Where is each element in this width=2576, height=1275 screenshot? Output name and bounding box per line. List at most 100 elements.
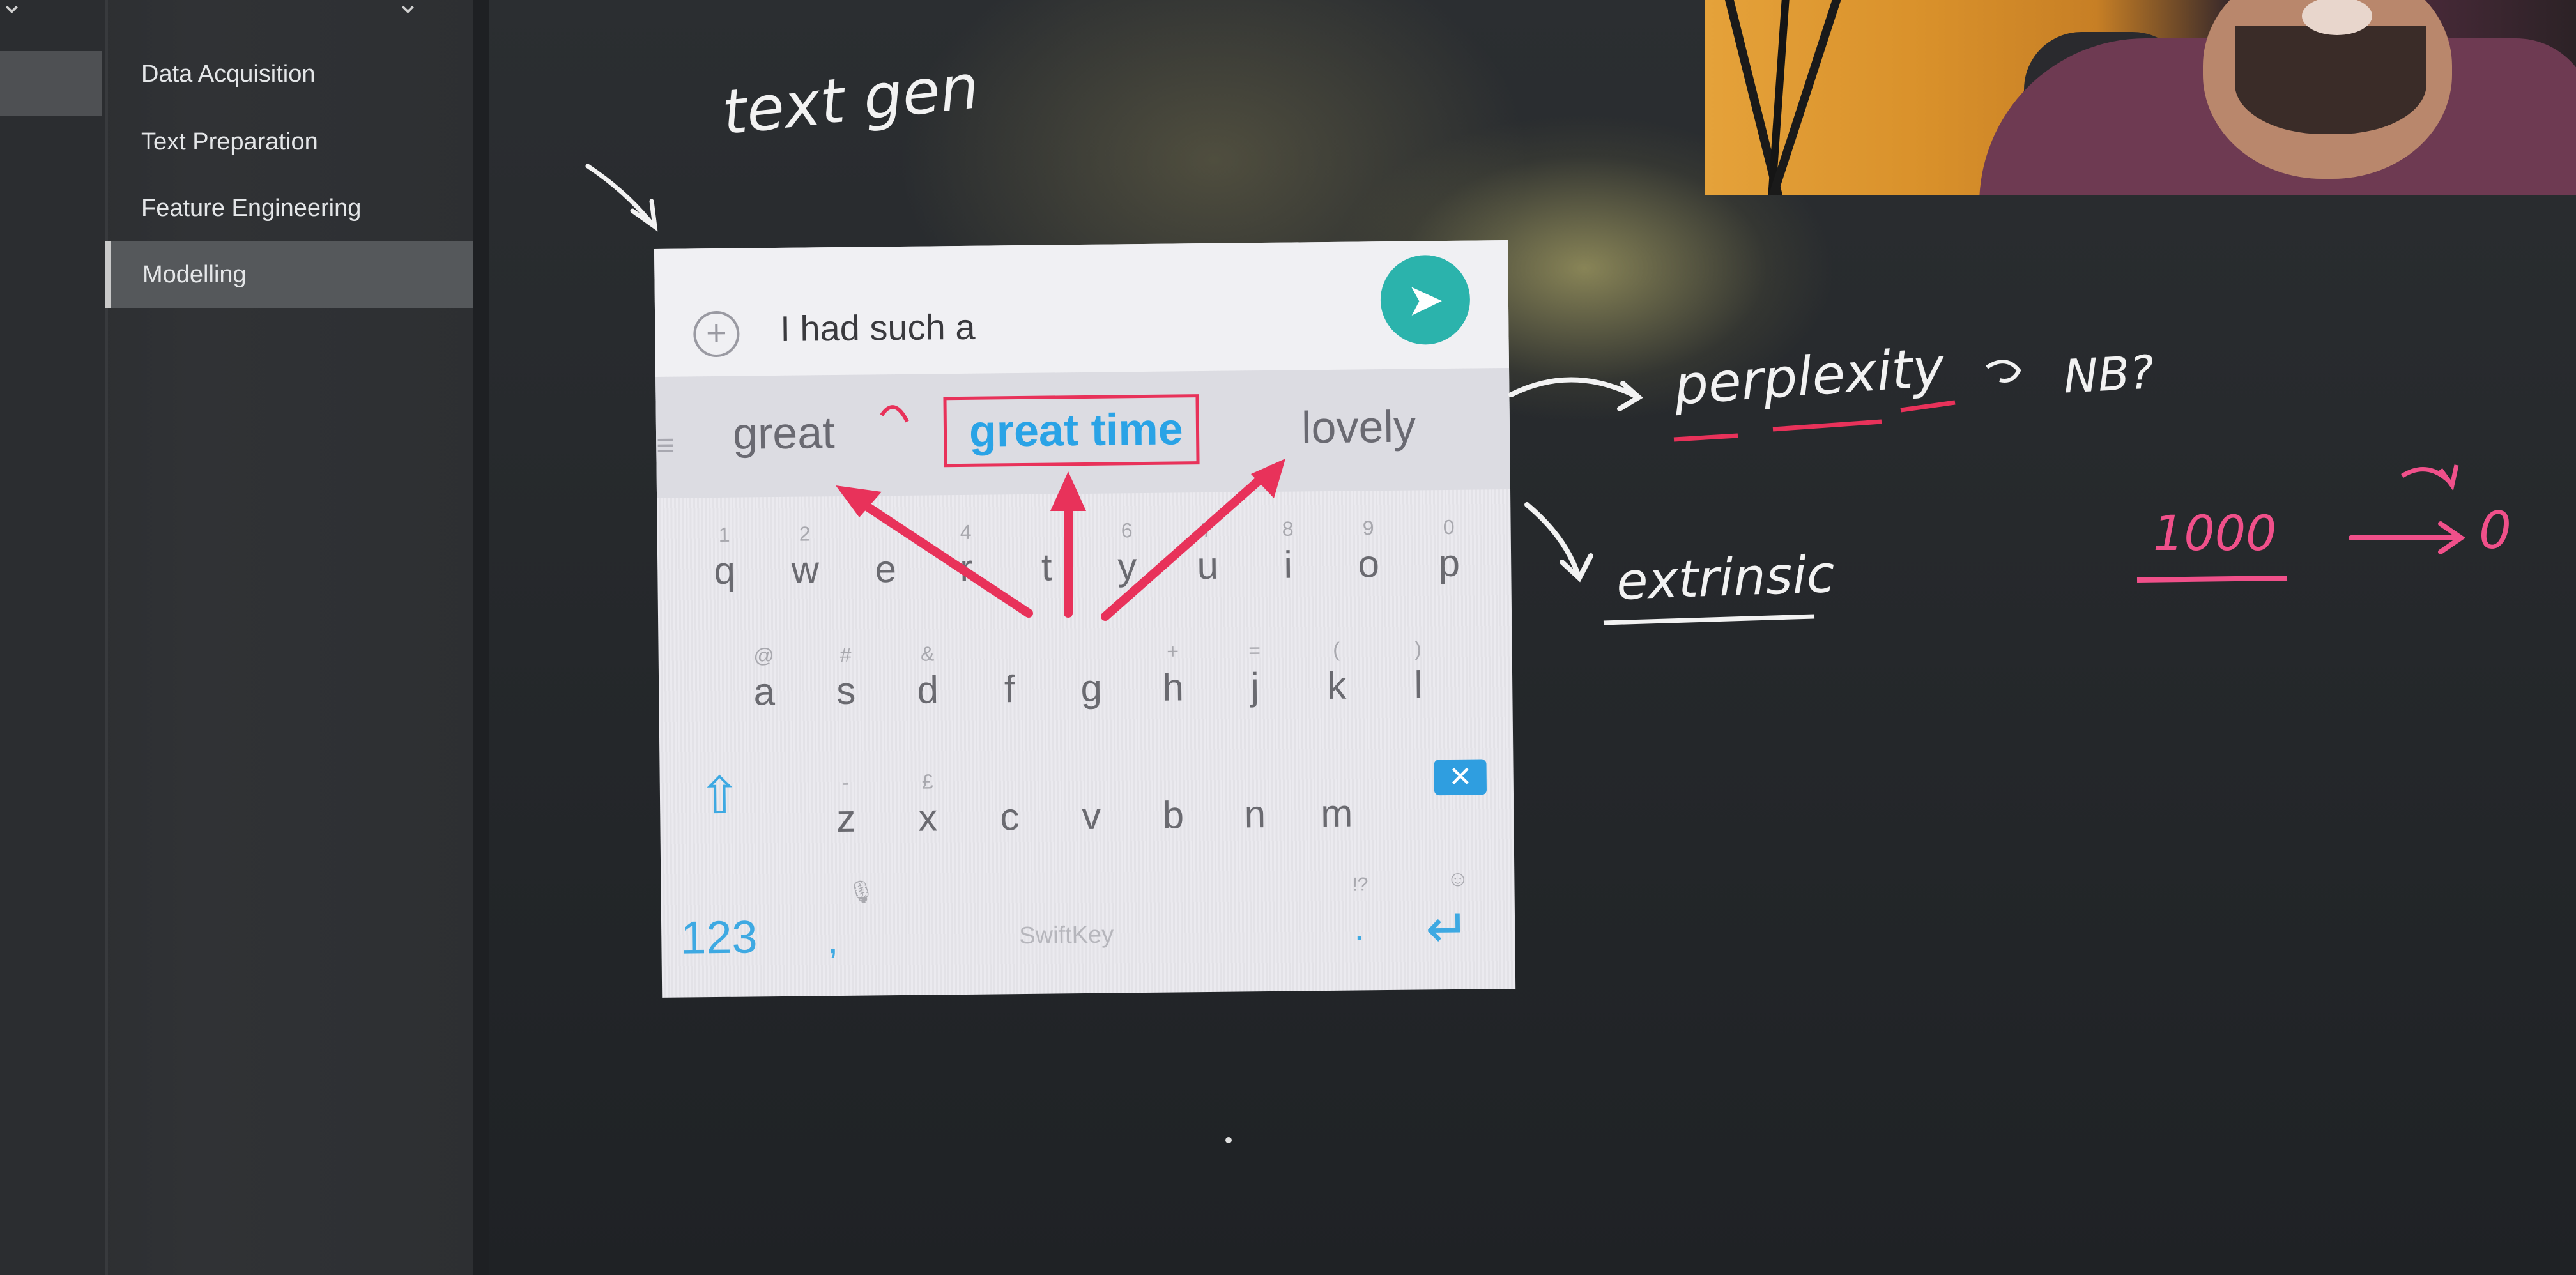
key-g[interactable]: g — [1056, 666, 1127, 710]
key-label: r — [959, 546, 973, 590]
nav-gutter-highlight — [0, 51, 102, 116]
nav-divider — [473, 0, 489, 1275]
nav-item-feature-engineering[interactable]: Feature Engineering — [105, 175, 473, 241]
key-r[interactable]: 4r — [931, 521, 1002, 590]
key-label: c — [999, 795, 1020, 839]
nav-item-modelling[interactable]: Modelling — [105, 241, 473, 308]
annotation-extrinsic: extrinsic — [1615, 544, 1836, 611]
suggestion-center[interactable]: great time — [969, 403, 1183, 456]
nav-item-label: Modelling — [142, 261, 247, 288]
key-u[interactable]: 7u — [1172, 518, 1243, 588]
key-label: a — [753, 670, 776, 714]
numbers-key[interactable]: 123 — [680, 911, 758, 964]
key-label: j — [1250, 665, 1260, 708]
comma-key[interactable]: , — [827, 918, 838, 962]
message-input-text[interactable]: I had such a — [780, 306, 976, 349]
key-label: n — [1244, 793, 1266, 836]
key-o[interactable]: 9o — [1333, 516, 1404, 586]
key-label: x — [917, 796, 938, 839]
presenter-beard — [2235, 26, 2426, 134]
chevron-down-icon[interactable]: ⌄ — [0, 0, 24, 20]
webcam-video — [1705, 0, 2576, 195]
key-h[interactable]: + h — [1138, 639, 1209, 710]
key-label: k — [1326, 664, 1347, 708]
key-hint: - — [842, 770, 850, 794]
key-label: z — [836, 797, 856, 841]
shift-arrow-icon[interactable]: ⇧ — [698, 766, 741, 826]
key-e[interactable]: e — [850, 547, 921, 592]
key-hint: 4 — [960, 520, 972, 544]
key-hint — [1138, 767, 1208, 768]
key-hint: 9 — [1362, 516, 1374, 540]
key-v[interactable]: v — [1056, 793, 1127, 838]
key-hint — [1011, 519, 1081, 520]
nav-panel: ⌄ ⌄ Data Acquisition Text Preparation Fe… — [0, 0, 486, 1275]
key-hint: 7 — [1201, 517, 1213, 542]
key-hint: 6 — [1121, 519, 1133, 542]
annotation-1000: 1000 — [2153, 505, 2277, 561]
nav-item-data-acquisition[interactable]: Data Acquisition — [105, 41, 473, 107]
key-c[interactable]: c — [974, 795, 1045, 839]
key-i[interactable]: 8i — [1253, 517, 1324, 587]
period-key[interactable]: . — [1354, 905, 1365, 949]
key-w[interactable]: 2w — [770, 522, 841, 592]
send-icon: ➤ — [1406, 275, 1445, 325]
key-label: g — [1080, 666, 1103, 710]
key-t[interactable]: t — [1011, 545, 1082, 590]
key-n[interactable]: n — [1220, 792, 1291, 837]
key-hint — [850, 521, 920, 522]
suggestion-right[interactable]: lovely — [1301, 401, 1416, 454]
key-label: y — [1117, 545, 1137, 588]
menu-icon[interactable]: ≡ — [656, 427, 675, 464]
key-hint: + — [1167, 639, 1179, 663]
nav-item-text-preparation[interactable]: Text Preparation — [105, 109, 473, 175]
key-x[interactable]: £ x — [893, 770, 963, 840]
key-hint: # — [839, 643, 852, 666]
key-k[interactable]: (k — [1301, 638, 1372, 708]
key-f[interactable]: f — [974, 667, 1045, 712]
key-label: l — [1414, 663, 1423, 706]
key-hint: 1 — [718, 523, 730, 546]
key-label: i — [1284, 543, 1293, 586]
key-label: f — [1004, 668, 1015, 711]
key-label: p — [1438, 541, 1460, 585]
keyboard-image: + I had such a ➤ ≡ great great time love… — [654, 240, 1516, 998]
send-button[interactable]: ➤ — [1380, 254, 1471, 346]
key-hint: @ — [753, 644, 775, 668]
key-hint: 0 — [1443, 515, 1455, 539]
key-hint — [974, 769, 1045, 770]
key-label: d — [917, 668, 939, 712]
key-z[interactable]: -z — [811, 771, 882, 841]
annotation-nbr: NB? — [2062, 345, 2156, 404]
key-hint: = — [1248, 639, 1261, 662]
key-j[interactable]: = j — [1220, 639, 1291, 709]
suggestion-left[interactable]: great — [733, 407, 835, 459]
key-s[interactable]: # s — [811, 643, 882, 713]
annotation-zero: 0 — [2479, 501, 2511, 560]
mic-icon: 🎙 — [847, 880, 875, 905]
chevron-down-icon[interactable]: ⌄ — [396, 0, 420, 20]
plus-circle-icon[interactable]: + — [693, 310, 740, 358]
key-b[interactable]: b — [1138, 793, 1209, 837]
backspace-icon[interactable]: ✕ — [1434, 759, 1487, 796]
key-label: h — [1162, 666, 1184, 709]
nav-item-label: Data Acquisition — [141, 60, 316, 88]
key-label: b — [1162, 793, 1184, 837]
key-q[interactable]: 1q — [689, 523, 760, 593]
key-a[interactable]: @ a — [729, 644, 800, 714]
key-label: s — [836, 669, 856, 713]
key-label: u — [1197, 544, 1219, 588]
key-hint: 8 — [1282, 517, 1294, 540]
nav-item-label: Text Preparation — [141, 128, 318, 155]
enter-icon[interactable]: ↵ — [1425, 899, 1470, 960]
key-hint — [1301, 765, 1372, 766]
key-hint: & — [920, 642, 935, 666]
key-y[interactable]: 6y — [1092, 519, 1163, 589]
key-p[interactable]: 0p — [1414, 515, 1485, 585]
key-hint — [974, 641, 1044, 642]
key-l[interactable]: ) l — [1383, 637, 1454, 707]
key-d[interactable]: & d — [893, 642, 963, 712]
nav-gutter — [0, 0, 108, 1275]
swiftkey-logo[interactable]: SwiftKey — [1019, 922, 1114, 951]
key-m[interactable]: m — [1301, 791, 1372, 836]
